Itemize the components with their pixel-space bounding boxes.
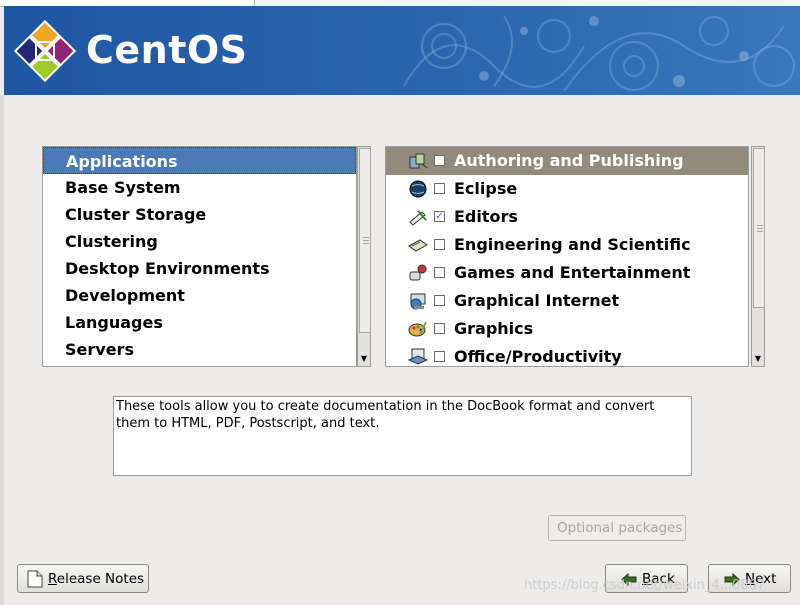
checkbox-games[interactable] [434, 267, 445, 278]
package-group-list[interactable]: Authoring and Publishing Eclipse ✓ Edito… [385, 146, 749, 367]
package-row-office[interactable]: Office/Productivity [386, 343, 748, 366]
left-edge [0, 95, 4, 605]
document-icon [27, 570, 43, 588]
package-row-graphics[interactable]: Graphics [386, 315, 748, 343]
banner-swirls-decoration [403, 15, 795, 92]
optional-packages-button[interactable]: Optional packages [548, 515, 686, 541]
category-scroll-thumb[interactable] [359, 148, 371, 333]
release-notes-button[interactable]: Release Notes [17, 564, 149, 593]
office-icon [408, 348, 428, 365]
package-label: Editors [454, 207, 518, 226]
package-scrollbar[interactable]: ▼ [751, 146, 765, 367]
centos-logo-icon [14, 20, 76, 82]
package-label: Office/Productivity [454, 347, 622, 366]
scroll-down-arrow-icon[interactable]: ▼ [753, 353, 763, 365]
package-scroll-thumb[interactable] [753, 148, 765, 308]
package-label: Authoring and Publishing [454, 151, 684, 170]
package-row-eclipse[interactable]: Eclipse [386, 175, 748, 203]
release-notes-mnemonic: R [48, 571, 57, 587]
category-item-base-system[interactable]: Base System [43, 174, 356, 201]
checkbox-editors[interactable]: ✓ [434, 211, 445, 222]
category-item-clustering[interactable]: Clustering [43, 228, 356, 255]
category-item-desktop-environments[interactable]: Desktop Environments [43, 255, 356, 282]
checkbox-graphics[interactable] [434, 323, 445, 334]
release-notes-label: elease Notes [56, 571, 145, 587]
checkbox-graphical-internet[interactable] [434, 295, 445, 306]
category-item-cluster-storage[interactable]: Cluster Storage [43, 201, 356, 228]
editors-icon [409, 210, 427, 226]
group-description: These tools allow you to create document… [113, 396, 692, 476]
games-icon [409, 264, 427, 281]
category-item-languages[interactable]: Languages [43, 309, 356, 336]
centos-logo-text: CentOS [86, 28, 248, 72]
checkbox-authoring[interactable] [434, 155, 445, 166]
package-row-graphical-internet[interactable]: Graphical Internet [386, 287, 748, 315]
optional-packages-label: Optional packages [557, 520, 683, 536]
package-label: Games and Entertainment [454, 263, 691, 282]
scroll-down-arrow-icon[interactable]: ▼ [359, 353, 369, 365]
package-label: Eclipse [454, 179, 518, 198]
graphics-icon [408, 321, 427, 337]
watermark-text: https://blog.csdn.net/weixin_4...0867 [524, 578, 766, 593]
checkbox-engineering[interactable] [434, 239, 445, 250]
category-item-servers[interactable]: Servers [43, 336, 356, 363]
category-item-applications[interactable]: Applications [43, 147, 356, 174]
package-row-editors[interactable]: ✓ Editors [386, 203, 748, 231]
header-banner: CentOS [4, 6, 800, 95]
authoring-icon [409, 153, 428, 169]
package-row-engineering[interactable]: Engineering and Scientific [386, 231, 748, 259]
eclipse-icon [409, 180, 427, 198]
category-scrollbar[interactable]: ▼ [357, 146, 371, 367]
package-row-games[interactable]: Games and Entertainment [386, 259, 748, 287]
package-label: Engineering and Scientific [454, 235, 691, 254]
package-label: Graphical Internet [454, 291, 620, 310]
category-item-development[interactable]: Development [43, 282, 356, 309]
checkbox-office[interactable] [434, 351, 445, 362]
package-label: Graphics [454, 319, 534, 338]
internet-icon [410, 293, 426, 310]
checkbox-eclipse[interactable] [434, 183, 445, 194]
package-row-authoring[interactable]: Authoring and Publishing [386, 147, 748, 175]
category-list[interactable]: Applications Base System Cluster Storage… [42, 146, 357, 367]
engineering-icon [408, 239, 428, 252]
